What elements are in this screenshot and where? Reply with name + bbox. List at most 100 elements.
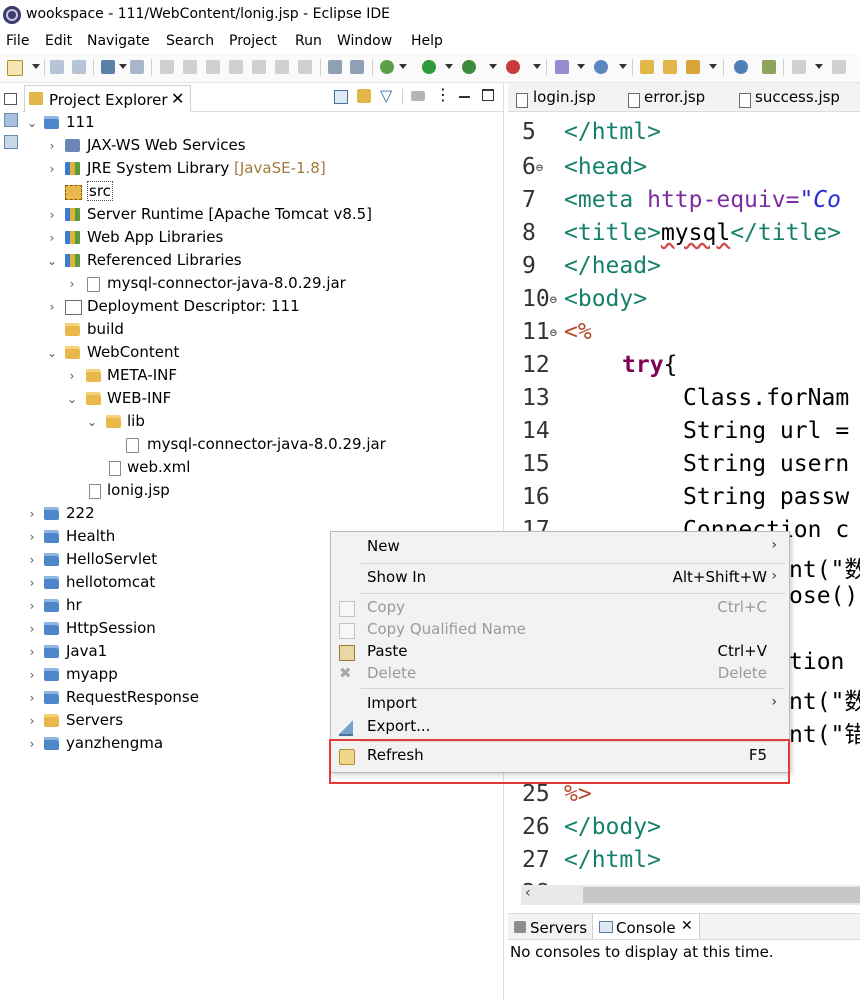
chevron-down-icon[interactable] (815, 64, 823, 69)
save-icon[interactable] (50, 60, 64, 74)
collapse-all-icon[interactable] (334, 90, 348, 104)
chevron-right-icon[interactable]: › (26, 737, 38, 751)
menu-help[interactable]: Help (411, 33, 443, 49)
menu-navigate[interactable]: Navigate (87, 33, 150, 49)
coverage-icon[interactable] (462, 60, 476, 74)
back-icon[interactable] (832, 60, 846, 74)
menu-search[interactable]: Search (166, 33, 214, 49)
terminal-icon[interactable] (101, 60, 115, 74)
chevron-right-icon[interactable]: › (26, 668, 38, 682)
chevron-right-icon[interactable]: › (46, 139, 58, 153)
chevron-down-icon[interactable] (489, 64, 497, 69)
restore-icon[interactable] (4, 93, 17, 105)
eclipse-icon (3, 6, 21, 24)
view-menu-icon[interactable]: ⋮ (435, 85, 451, 104)
menu-edit[interactable]: Edit (45, 33, 72, 49)
chevron-right-icon[interactable]: › (26, 645, 38, 659)
chevron-down-icon[interactable] (119, 64, 127, 69)
debug-icon[interactable] (380, 60, 394, 74)
chevron-down-icon[interactable] (533, 64, 541, 69)
next-annotation-icon[interactable] (792, 60, 806, 74)
close-icon[interactable]: ✕ (681, 918, 693, 934)
minimize-icon[interactable] (459, 96, 470, 98)
menu-item-export[interactable]: Export... (331, 716, 789, 738)
chevron-right-icon[interactable]: › (26, 622, 38, 636)
skip-breakpoints-icon[interactable] (130, 60, 144, 74)
external-tools-icon[interactable] (506, 60, 520, 74)
menu-item-delete[interactable]: ✖ Delete Delete (331, 663, 789, 685)
chevron-right-icon[interactable]: › (46, 231, 58, 245)
open-type-icon[interactable] (640, 60, 654, 74)
menu-run[interactable]: Run (295, 33, 322, 49)
tab-success-jsp[interactable]: success.jsp (755, 88, 840, 106)
new-icon[interactable] (7, 60, 23, 76)
tab-label: Project Explorer (49, 91, 168, 109)
run-icon[interactable] (422, 60, 436, 74)
menu-item-copy-qualified-name[interactable]: Copy Qualified Name (331, 619, 789, 641)
step-into-icon[interactable] (252, 60, 266, 74)
menu-item-paste[interactable]: Paste Ctrl+V (331, 641, 789, 663)
new-class-icon[interactable] (594, 60, 608, 74)
scroll-left-icon[interactable]: ‹ (525, 885, 531, 901)
disconnect-icon[interactable] (229, 60, 243, 74)
annotation-icon[interactable] (762, 60, 776, 74)
chevron-down-icon[interactable]: ⌄ (66, 392, 78, 406)
chevron-right-icon[interactable]: › (26, 599, 38, 613)
chevron-right-icon[interactable]: › (26, 576, 38, 590)
chevron-right-icon[interactable]: › (46, 162, 58, 176)
menu-file[interactable]: File (6, 33, 29, 49)
save-all-icon[interactable] (72, 60, 86, 74)
tab-project-explorer[interactable]: Project Explorer ✕ (24, 85, 191, 112)
chevron-right-icon[interactable]: › (26, 553, 38, 567)
chevron-down-icon[interactable] (619, 64, 627, 69)
focus-icon[interactable] (411, 91, 425, 101)
chevron-right-icon[interactable]: › (26, 714, 38, 728)
step-over-icon[interactable] (275, 60, 289, 74)
chevron-down-icon[interactable]: ⌄ (86, 415, 98, 429)
chevron-down-icon[interactable] (709, 64, 717, 69)
menu-item-import[interactable]: Import › (331, 693, 789, 715)
chevron-right-icon[interactable]: › (26, 530, 38, 544)
tab-servers[interactable]: Servers (530, 919, 587, 937)
chevron-right-icon[interactable]: › (46, 208, 58, 222)
tab-error-jsp[interactable]: error.jsp (644, 88, 705, 106)
chevron-right-icon[interactable]: › (26, 691, 38, 705)
chevron-down-icon[interactable] (32, 64, 40, 69)
use-step-filters-icon[interactable] (328, 60, 342, 74)
link-with-editor-icon[interactable] (357, 89, 371, 103)
step-return-icon[interactable] (298, 60, 312, 74)
chevron-down-icon[interactable] (577, 64, 585, 69)
open-task-icon[interactable] (663, 60, 677, 74)
chevron-right-icon[interactable]: › (66, 277, 78, 291)
chevron-down-icon[interactable]: ⌄ (46, 346, 58, 360)
outline-icon[interactable] (4, 113, 18, 127)
terminate-icon[interactable] (206, 60, 220, 74)
tab-login-jsp[interactable]: login.jsp (533, 88, 596, 106)
chevron-right-icon[interactable]: › (46, 300, 58, 314)
chevron-down-icon[interactable]: ⌄ (26, 116, 38, 130)
scrollbar-thumb[interactable] (583, 887, 860, 903)
suspend-icon[interactable] (183, 60, 197, 74)
menu-project[interactable]: Project (229, 33, 277, 49)
build-icon[interactable] (350, 60, 364, 74)
filter-icon[interactable]: ▽ (380, 86, 392, 105)
chevron-right-icon[interactable]: › (66, 369, 78, 383)
navigator-icon[interactable] (4, 135, 18, 149)
browser-icon[interactable] (734, 60, 748, 74)
resume-icon[interactable] (160, 60, 174, 74)
new-server-icon[interactable] (555, 60, 569, 74)
menu-item-show-in[interactable]: Show In Alt+Shift+W › (331, 567, 789, 589)
search-icon[interactable] (686, 60, 700, 74)
maximize-icon[interactable] (482, 89, 494, 101)
menu-window[interactable]: Window (337, 33, 392, 49)
menu-item-new[interactable]: New › (331, 536, 789, 558)
horizontal-scrollbar[interactable]: ‹ (521, 885, 860, 905)
close-icon[interactable]: ✕ (171, 89, 184, 108)
code-line: 8 <title>mysql</title> (522, 220, 841, 246)
tab-console[interactable]: Console ✕ (592, 914, 700, 939)
chevron-down-icon[interactable] (399, 64, 407, 69)
menu-item-copy[interactable]: Copy Ctrl+C (331, 597, 789, 619)
chevron-down-icon[interactable]: ⌄ (46, 254, 58, 268)
chevron-down-icon[interactable] (445, 64, 453, 69)
chevron-right-icon[interactable]: › (26, 507, 38, 521)
